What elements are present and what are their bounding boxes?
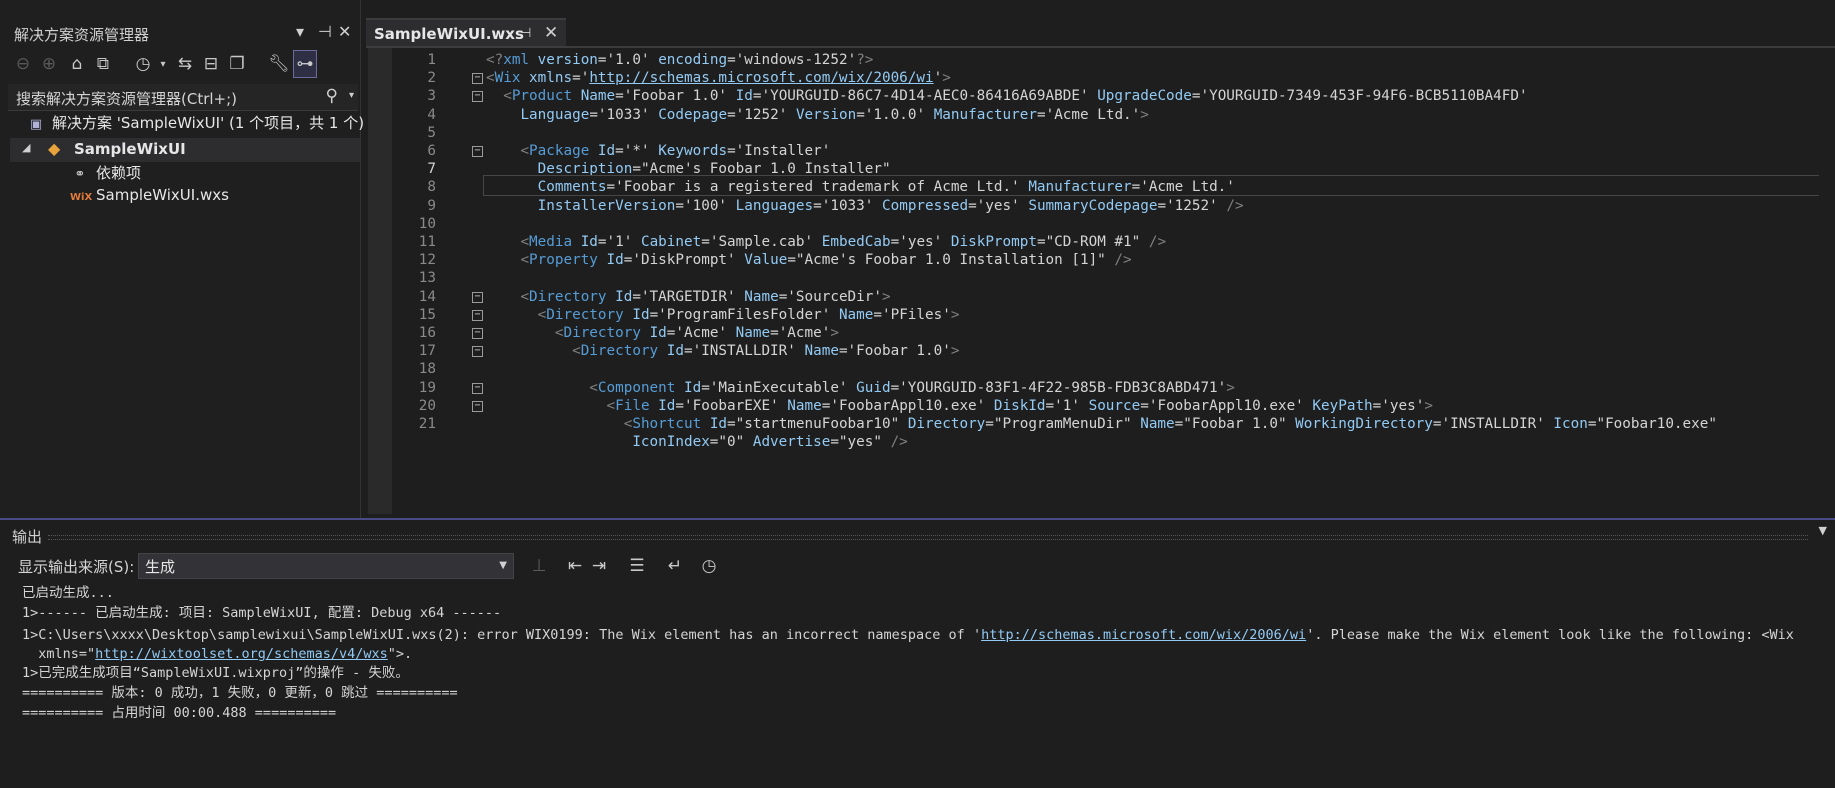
code-editor[interactable]: 1 <?xml version='1.0' encoding='windows-1…: [392, 48, 1835, 514]
dependencies-label: 依赖项: [96, 164, 142, 182]
go-to-next-message-icon[interactable]: ⇥: [588, 553, 610, 579]
output-line: 1>已完成生成项目“SampleWixUI.wixproj”的操作 - 失败。: [22, 665, 409, 681]
solution-icon: ▣: [29, 117, 43, 132]
fix-namespace-link[interactable]: http://wixtoolset.org/schemas/v4/wxs: [95, 646, 388, 662]
output-title-grip: [48, 535, 1808, 540]
tree-file-node[interactable]: WiX SampleWixUI.wxs: [70, 186, 229, 204]
fold-toggle-icon[interactable]: −: [472, 146, 483, 157]
back-icon[interactable]: ⊖: [12, 51, 34, 77]
solution-explorer-panel: 解决方案资源管理器 ▾ ⊣ ✕ ⊖ ⊕ ⌂ ⧉ ◷ ▾ ⇆ ⊟ ❐ 🔧︎ ⊶ 搜…: [0, 0, 364, 518]
close-icon[interactable]: ✕: [338, 22, 351, 41]
solution-node-label: 解决方案 'SampleWixUI' (1 个项目，共 1 个): [52, 114, 365, 132]
search-options-chevron-icon[interactable]: ▾: [349, 90, 354, 101]
output-line: 1>------ 已启动生成: 项目: SampleWixUI, 配置: Deb…: [22, 605, 502, 621]
editor-margin: [368, 48, 392, 514]
output-panel: 输出 ▼ 显示输出来源(S): 生成 ▼ ⊥ ⇤ ⇥ ☰ ↵ ◷ 已启动生成..…: [0, 518, 1835, 788]
show-timestamps-icon[interactable]: ◷: [698, 553, 720, 579]
current-line-highlight: [483, 175, 1835, 196]
home-icon[interactable]: ⌂: [66, 51, 88, 77]
output-line-error: 1>C:\Users\xxxx\Desktop\samplewixui\Samp…: [22, 627, 1794, 643]
fold-toggle-icon[interactable]: −: [472, 73, 483, 85]
tab-samplewixui-wxs[interactable]: SampleWixUI.wxs ⊣ ✕: [366, 18, 566, 48]
fold-toggle-icon[interactable]: −: [472, 328, 483, 339]
file-node-label: SampleWixUI.wxs: [96, 186, 229, 204]
output-source-select[interactable]: 生成 ▼: [138, 553, 514, 579]
editor-scrollbar[interactable]: [1819, 48, 1835, 514]
editor-tab-bar: SampleWixUI.wxs ⊣ ✕: [366, 18, 1835, 48]
tree-solution-node[interactable]: ▣ 解决方案 'SampleWixUI' (1 个项目，共 1 个): [26, 112, 364, 133]
forward-icon[interactable]: ⊕: [38, 51, 60, 77]
code-text: IconIndex="0" Advertise="yes" />: [632, 434, 908, 451]
tree-dependencies-node[interactable]: ⚭ 依赖项: [70, 162, 141, 183]
wix-file-icon: WiX: [70, 192, 93, 203]
project-box-icon: ◆: [48, 139, 61, 158]
preview-selected-icon[interactable]: ⊶: [293, 50, 317, 78]
output-source-label: 显示输出来源(S):: [18, 558, 135, 576]
output-line: ========== 版本: 0 成功，1 失败，0 更新，0 跳过 =====…: [22, 685, 458, 701]
search-icon[interactable]: ⚲: [326, 86, 338, 106]
chevron-down-icon[interactable]: ▾: [152, 51, 174, 77]
project-node-label: SampleWixUI: [74, 140, 186, 158]
go-to-previous-message-icon[interactable]: ⇤: [564, 553, 586, 579]
panel-dropdown-icon[interactable]: ▾: [296, 22, 304, 41]
expand-arrow-icon[interactable]: ◢: [22, 141, 30, 154]
pending-changes-icon[interactable]: ◷: [132, 51, 154, 77]
tab-label: SampleWixUI.wxs: [374, 25, 524, 43]
collapse-all-icon[interactable]: ⊟: [200, 51, 222, 77]
code-line[interactable]: IconIndex="0" Advertise="yes" />: [392, 432, 1835, 453]
fold-toggle-icon[interactable]: −: [472, 346, 483, 358]
switch-views-icon[interactable]: ⧉: [92, 51, 114, 77]
toggle-word-wrap-icon[interactable]: ↵: [664, 553, 686, 579]
tab-pin-icon[interactable]: ⊣: [520, 26, 531, 41]
output-toolbar: ⊥ ⇤ ⇥ ☰ ↵ ◷: [528, 553, 728, 579]
solution-search-box[interactable]: 搜索解决方案资源管理器(Ctrl+;) ⚲ ▾: [8, 84, 358, 111]
solution-explorer-toolbar: ⊖ ⊕ ⌂ ⧉ ◷ ▾ ⇆ ⊟ ❐ 🔧︎ ⊶: [10, 50, 355, 81]
find-message-icon[interactable]: ⊥: [528, 553, 550, 579]
fold-toggle-icon[interactable]: −: [472, 400, 483, 412]
tab-close-icon[interactable]: ✕: [544, 23, 558, 43]
output-panel-dropdown-icon[interactable]: ▼: [1819, 524, 1827, 537]
output-line: 已启动生成...: [22, 585, 114, 601]
chevron-down-icon[interactable]: ▼: [499, 560, 507, 571]
fold-toggle-icon[interactable]: −: [472, 91, 483, 103]
fold-toggle-icon[interactable]: −: [472, 291, 483, 303]
show-all-files-icon[interactable]: ❐: [226, 51, 248, 77]
solution-search-input[interactable]: 搜索解决方案资源管理器(Ctrl+;): [16, 88, 237, 109]
error-namespace-link[interactable]: http://schemas.microsoft.com/wix/2006/wi: [981, 627, 1306, 643]
output-source-value: 生成: [145, 558, 176, 576]
properties-wrench-icon[interactable]: 🔧︎: [268, 51, 290, 77]
solution-explorer-title: 解决方案资源管理器: [14, 26, 150, 44]
sync-icon[interactable]: ⇆: [174, 51, 196, 77]
tree-project-node[interactable]: ◢ ◆ SampleWixUI: [10, 138, 360, 162]
clear-all-icon[interactable]: ☰: [626, 553, 648, 579]
output-line-error-cont: xmlns="http://wixtoolset.org/schemas/v4/…: [22, 646, 413, 662]
output-line: ========== 占用时间 00:00.488 ==========: [22, 705, 337, 721]
dependencies-icon: ⚭: [74, 167, 86, 182]
output-title: 输出: [12, 528, 43, 546]
fold-toggle-icon[interactable]: −: [472, 382, 483, 394]
fold-toggle-icon[interactable]: −: [472, 309, 483, 321]
pin-icon[interactable]: ⊣: [318, 22, 332, 41]
